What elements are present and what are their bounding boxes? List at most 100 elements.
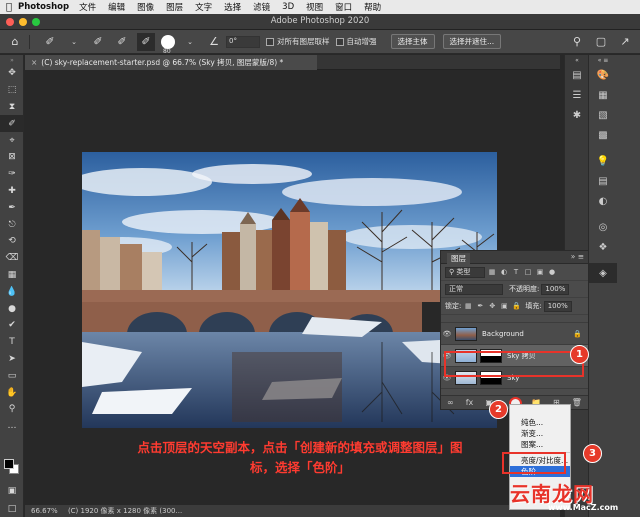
lock-position-icon[interactable]: ✥	[487, 302, 497, 310]
lock-pixels-icon[interactable]: ✒	[475, 302, 485, 310]
filter-smart-object-icon[interactable]: ▣	[535, 268, 545, 276]
menu-layer[interactable]: 图层	[166, 1, 183, 13]
select-and-mask-button[interactable]: 选择并遮住...	[442, 34, 502, 49]
adjustments-panel-icon[interactable]: ◐	[589, 191, 617, 211]
menu-item-solid-color[interactable]: 纯色...	[510, 417, 570, 428]
menu-filter[interactable]: 滤镜	[253, 1, 270, 13]
select-subject-button[interactable]: 选择主体	[390, 34, 435, 49]
layers-panel-icon[interactable]: ◈	[589, 263, 617, 283]
subtract-from-selection-icon[interactable]: ✐	[137, 32, 155, 51]
filter-kind-select[interactable]: ⚲ 类型	[445, 266, 485, 278]
new-selection-icon[interactable]: ✐	[89, 33, 107, 51]
menu-image[interactable]: 图像	[137, 1, 154, 13]
blend-mode-select[interactable]: 正常	[445, 283, 503, 295]
eraser-tool-icon[interactable]: ⌫	[0, 250, 24, 267]
menu-help[interactable]: 帮助	[364, 1, 381, 13]
close-icon[interactable]: ×	[31, 58, 37, 67]
link-layers-icon[interactable]: ∞	[447, 398, 454, 407]
expand-panels-icon[interactable]: «	[565, 55, 589, 65]
menu-3d[interactable]: 3D	[282, 2, 294, 12]
filter-shape-icon[interactable]: □	[523, 268, 533, 276]
frame-tool-icon[interactable]: ⊠	[0, 149, 24, 166]
brush-preview[interactable]: 80	[161, 34, 175, 55]
fill-field[interactable]: 100%	[543, 300, 572, 312]
apple-icon[interactable]: 	[0, 2, 18, 13]
edit-toolbar-icon[interactable]: …	[0, 418, 24, 435]
panel-menu-icon[interactable]: » ≡	[571, 252, 584, 261]
zoom-tool-icon[interactable]: ⚲	[0, 401, 24, 418]
app-menu[interactable]: Photoshop	[18, 2, 69, 12]
filter-pixel-icon[interactable]: ▦	[487, 268, 497, 276]
foreground-color-swatch[interactable]	[4, 459, 14, 469]
sample-all-layers-checkbox[interactable]	[266, 37, 274, 46]
move-tool-icon[interactable]: ✥	[0, 65, 24, 82]
screen-mode-icon[interactable]: □	[0, 501, 24, 517]
rectangle-tool-icon[interactable]: ▭	[0, 367, 24, 384]
document-tab[interactable]: × (C) sky-replacement-starter.psd @ 66.7%…	[25, 55, 317, 70]
libraries-panel-icon[interactable]: ▤	[589, 171, 617, 191]
filter-adjustment-icon[interactable]: ◐	[499, 268, 509, 276]
delete-layer-icon[interactable]: 🗑	[572, 398, 582, 407]
quick-selection-tool-icon[interactable]: ✐	[0, 115, 24, 133]
lock-all-icon[interactable]: 🔒	[511, 302, 521, 310]
menu-file[interactable]: 文件	[79, 1, 96, 13]
visibility-eye-icon[interactable]: 👁	[441, 330, 453, 338]
brush-dropdown-chevron-icon[interactable]: ⌄	[181, 33, 199, 51]
layer-style-icon[interactable]: fx	[466, 398, 474, 407]
menu-item-pattern[interactable]: 图案...	[510, 439, 570, 450]
layer-name[interactable]: Background	[482, 330, 524, 338]
lock-artboard-icon[interactable]: ▣	[499, 302, 509, 310]
filter-toggle-icon[interactable]: ●	[547, 268, 557, 276]
color-panel-icon[interactable]: 🎨	[589, 65, 617, 85]
menu-select[interactable]: 选择	[224, 1, 241, 13]
history-panel-icon[interactable]: ▤	[565, 65, 589, 85]
quick-selection-tool-preset-icon[interactable]: ✐	[41, 33, 59, 51]
menu-window[interactable]: 窗口	[335, 1, 352, 13]
patterns-panel-icon[interactable]: ▩	[589, 125, 617, 145]
pen-tool-icon[interactable]: ✔	[0, 317, 24, 334]
angle-field[interactable]: 0°	[226, 35, 260, 48]
crop-tool-icon[interactable]: ⌖	[0, 132, 24, 149]
character-panel-icon[interactable]: ✱	[565, 105, 589, 125]
swatches-panel-icon[interactable]: ▦	[589, 85, 617, 105]
menu-view[interactable]: 视图	[306, 1, 323, 13]
healing-brush-tool-icon[interactable]: ✚	[0, 183, 24, 200]
brush-tool-icon[interactable]: ✒	[0, 199, 24, 216]
filter-type-icon[interactable]: T	[511, 268, 521, 276]
layer-row[interactable]: 👁 Background 🔒	[441, 323, 588, 345]
eyedropper-tool-icon[interactable]: ✑	[0, 166, 24, 183]
lasso-tool-icon[interactable]: ⧗	[0, 99, 24, 116]
dodge-tool-icon[interactable]: ●	[0, 300, 24, 317]
hand-tool-icon[interactable]: ✋	[0, 384, 24, 401]
search-icon[interactable]: ⚲	[568, 33, 586, 51]
paths-panel-icon[interactable]: ❖	[589, 237, 617, 257]
learn-panel-icon[interactable]: 💡	[589, 151, 617, 171]
share-icon[interactable]: ↗	[616, 33, 634, 51]
toolbar-collapse-icon[interactable]: »	[0, 55, 24, 65]
opacity-field[interactable]: 100%	[541, 283, 570, 295]
clone-stamp-tool-icon[interactable]: ⎋	[0, 216, 24, 233]
panel-expand-icon[interactable]: « ≡	[589, 55, 617, 65]
home-icon[interactable]: ⌂	[6, 33, 24, 51]
type-tool-icon[interactable]: T	[0, 334, 24, 351]
chevron-down-icon[interactable]: ⌄	[65, 33, 83, 51]
document-image[interactable]	[82, 152, 497, 428]
quick-mask-icon[interactable]: ▣	[0, 483, 24, 500]
blur-tool-icon[interactable]: 💧	[0, 283, 24, 300]
menu-item-gradient[interactable]: 渐变...	[510, 428, 570, 439]
menu-type[interactable]: 文字	[195, 1, 212, 13]
add-to-selection-icon[interactable]: ✐	[113, 33, 131, 51]
marquee-tool-icon[interactable]: ⬚	[0, 82, 24, 99]
path-selection-tool-icon[interactable]: ➤	[0, 351, 24, 368]
auto-enhance-checkbox[interactable]	[335, 37, 344, 46]
menu-edit[interactable]: 编辑	[108, 1, 125, 13]
properties-panel-icon[interactable]: ☰	[565, 85, 589, 105]
workspace-icon[interactable]: ▢	[592, 33, 610, 51]
channels-panel-icon[interactable]: ◎	[589, 217, 617, 237]
layers-panel-title[interactable]: 图层	[447, 253, 470, 264]
gradients-panel-icon[interactable]: ▧	[589, 105, 617, 125]
zoom-level[interactable]: 66.67%	[31, 507, 58, 515]
gradient-tool-icon[interactable]: ▦	[0, 267, 24, 284]
lock-transparent-icon[interactable]: ▦	[463, 302, 473, 310]
history-brush-tool-icon[interactable]: ⟲	[0, 233, 24, 250]
